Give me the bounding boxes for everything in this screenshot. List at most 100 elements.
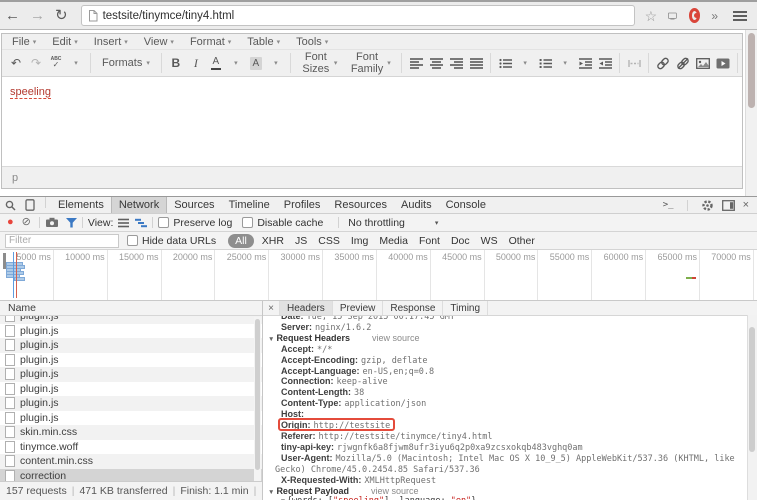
dock-side-icon[interactable] bbox=[722, 200, 735, 211]
chrome-menu-icon[interactable] bbox=[733, 11, 747, 21]
page-scrollbar-thumb[interactable] bbox=[748, 33, 755, 108]
cast-icon[interactable] bbox=[668, 10, 677, 22]
italic-button[interactable]: I bbox=[186, 53, 206, 73]
align-left-button[interactable] bbox=[406, 53, 426, 73]
record-extension-icon[interactable] bbox=[689, 8, 700, 23]
request-row-plugin-js[interactable]: plugin.js bbox=[0, 367, 262, 382]
forecolor-button[interactable]: A bbox=[206, 53, 226, 73]
filter-pill-all[interactable]: All bbox=[228, 234, 254, 248]
clear-network-button[interactable]: ⊘ bbox=[22, 217, 31, 228]
request-row-plugin-js[interactable]: plugin.js bbox=[0, 353, 262, 368]
spellcheck-menu-button[interactable]: ▾ bbox=[66, 53, 86, 73]
forward-button[interactable]: → bbox=[30, 8, 45, 23]
spellcheck-button[interactable]: ABC✓ bbox=[46, 53, 66, 73]
backcolor-button[interactable]: A bbox=[246, 53, 266, 73]
menu-tools[interactable]: Tools▾ bbox=[288, 34, 336, 49]
filter-pill-img[interactable]: Img bbox=[351, 235, 369, 247]
backcolor-menu-button[interactable]: ▾ bbox=[266, 53, 286, 73]
devtools-tab-network[interactable]: Network bbox=[111, 197, 167, 213]
devtools-tab-audits[interactable]: Audits bbox=[394, 197, 439, 213]
back-button[interactable]: ← bbox=[5, 8, 20, 23]
align-justify-button[interactable] bbox=[466, 53, 486, 73]
request-row-plugin-js[interactable]: plugin.js bbox=[0, 411, 262, 426]
request-row-content-min-css[interactable]: content.min.css bbox=[0, 454, 262, 469]
requests-scrollbar-thumb[interactable] bbox=[255, 319, 260, 470]
bullet-list-button[interactable] bbox=[495, 53, 515, 73]
request-row-plugin-js[interactable]: plugin.js bbox=[0, 316, 262, 324]
hide-data-urls-checkbox[interactable]: Hide data URLs bbox=[127, 235, 216, 247]
request-row-plugin-js[interactable]: plugin.js bbox=[0, 324, 262, 339]
filter-pill-css[interactable]: CSS bbox=[318, 235, 340, 247]
requests-scrollbar[interactable] bbox=[254, 317, 261, 481]
console-drawer-icon[interactable]: >_ bbox=[663, 200, 674, 210]
reload-button[interactable]: ↻ bbox=[55, 8, 68, 23]
filter-pill-other[interactable]: Other bbox=[509, 235, 535, 247]
font-family-dropdown[interactable]: Font Family▾ bbox=[344, 53, 397, 73]
filter-funnel-icon[interactable] bbox=[66, 218, 77, 228]
devtools-tab-sources[interactable]: Sources bbox=[167, 197, 221, 213]
link-button[interactable] bbox=[653, 53, 673, 73]
editor-content-area[interactable]: speeling bbox=[2, 77, 742, 166]
formats-dropdown[interactable]: Formats▾ bbox=[95, 53, 157, 73]
align-right-button[interactable] bbox=[446, 53, 466, 73]
overflow-chevrons-icon[interactable]: » bbox=[711, 10, 718, 22]
request-row-skin-min-css[interactable]: skin.min.css bbox=[0, 425, 262, 440]
detail-scrollbar[interactable] bbox=[747, 315, 757, 500]
address-bar[interactable]: testsite/tinymce/tiny4.html bbox=[81, 5, 635, 26]
detail-scrollbar-thumb[interactable] bbox=[749, 327, 755, 452]
menu-file[interactable]: File▾ bbox=[4, 34, 44, 49]
unlink-button[interactable] bbox=[673, 53, 693, 73]
align-center-button[interactable] bbox=[426, 53, 446, 73]
view-source-link[interactable]: view source bbox=[372, 333, 420, 343]
request-row-plugin-js[interactable]: plugin.js bbox=[0, 396, 262, 411]
filter-input[interactable] bbox=[5, 234, 119, 248]
devtools-tab-console[interactable]: Console bbox=[439, 197, 493, 213]
redo-button[interactable]: ↷ bbox=[26, 53, 46, 73]
numbered-list-menu-button[interactable]: ▾ bbox=[555, 53, 575, 73]
indent-button[interactable] bbox=[595, 53, 615, 73]
insert-image-button[interactable] bbox=[693, 53, 713, 73]
numbered-list-button[interactable] bbox=[535, 53, 555, 73]
disable-cache-checkbox[interactable]: Disable cache bbox=[242, 217, 323, 229]
element-path[interactable]: p bbox=[12, 172, 18, 184]
request-row-tinymce-woff[interactable]: tinymce.woff bbox=[0, 440, 262, 455]
gear-icon[interactable] bbox=[701, 199, 714, 212]
filter-pill-ws[interactable]: WS bbox=[481, 235, 498, 247]
view-list-icon[interactable] bbox=[118, 218, 129, 228]
filter-pill-js[interactable]: JS bbox=[295, 235, 307, 247]
font-sizes-dropdown[interactable]: Font Sizes▾ bbox=[295, 53, 345, 73]
network-overview[interactable]: 5000 ms10000 ms15000 ms20000 ms25000 ms3… bbox=[0, 250, 757, 301]
bullet-list-menu-button[interactable]: ▾ bbox=[515, 53, 535, 73]
page-scrollbar[interactable] bbox=[745, 30, 757, 196]
menu-edit[interactable]: Edit▾ bbox=[44, 34, 85, 49]
request-row-correction[interactable]: correction bbox=[0, 469, 262, 482]
filter-pill-font[interactable]: Font bbox=[419, 235, 440, 247]
menu-table[interactable]: Table▾ bbox=[239, 34, 288, 49]
detail-tab-response[interactable]: Response bbox=[383, 301, 443, 315]
detail-tab-timing[interactable]: Timing bbox=[443, 301, 488, 315]
request-row-plugin-js[interactable]: plugin.js bbox=[0, 338, 262, 353]
bookmark-star-icon[interactable]: ☆ bbox=[645, 9, 658, 23]
bold-button[interactable]: B bbox=[166, 53, 186, 73]
devtools-tab-elements[interactable]: Elements bbox=[51, 197, 111, 213]
outdent-button[interactable] bbox=[575, 53, 595, 73]
devtools-tab-timeline[interactable]: Timeline bbox=[222, 197, 277, 213]
menu-format[interactable]: Format▾ bbox=[182, 34, 239, 49]
inspect-element-button[interactable] bbox=[0, 197, 20, 213]
filter-pill-media[interactable]: Media bbox=[379, 235, 408, 247]
name-column-header[interactable]: Name bbox=[0, 301, 262, 316]
request-row-plugin-js[interactable]: plugin.js bbox=[0, 382, 262, 397]
menu-view[interactable]: View▾ bbox=[136, 34, 182, 49]
filter-pill-xhr[interactable]: XHR bbox=[262, 235, 284, 247]
menu-insert[interactable]: Insert▾ bbox=[86, 34, 136, 49]
screenshot-camera-icon[interactable] bbox=[45, 217, 59, 228]
filter-pill-doc[interactable]: Doc bbox=[451, 235, 470, 247]
view-source-link[interactable]: view source bbox=[371, 486, 419, 496]
devtools-tab-profiles[interactable]: Profiles bbox=[277, 197, 328, 213]
preserve-log-checkbox[interactable]: Preserve log bbox=[158, 217, 232, 229]
pagebreak-button[interactable] bbox=[624, 53, 644, 73]
devtools-tab-resources[interactable]: Resources bbox=[327, 197, 394, 213]
close-detail-icon[interactable]: × bbox=[263, 303, 279, 314]
device-mode-button[interactable] bbox=[20, 197, 40, 213]
detail-tab-preview[interactable]: Preview bbox=[333, 301, 384, 315]
